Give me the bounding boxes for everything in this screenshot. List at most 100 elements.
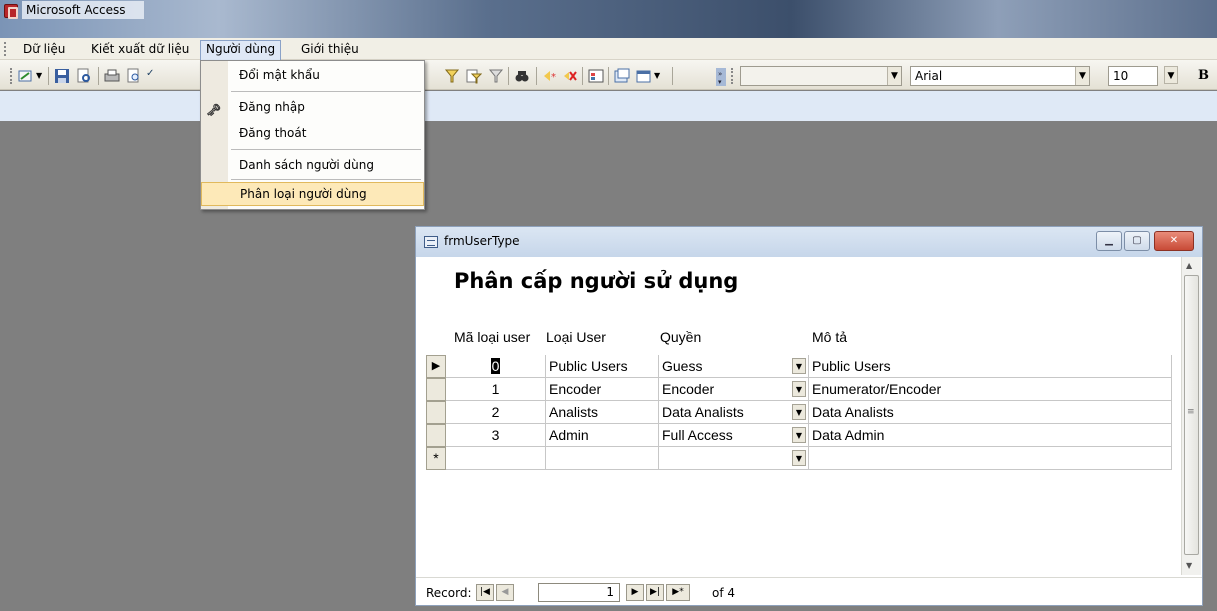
minimize-button[interactable]: ▁ [1096,231,1122,251]
permission-dropdown-icon[interactable]: ▼ [792,358,806,374]
object-combo[interactable]: ▼ [740,66,902,86]
apply-filter-icon[interactable] [488,68,504,84]
record-selector[interactable] [426,424,446,447]
maximize-button[interactable]: ▢ [1124,231,1150,251]
form-title-bar [416,227,1202,257]
font-size-arrow[interactable]: ▼ [1160,66,1178,86]
menu-du-lieu[interactable]: Dữ liệu [18,41,70,58]
cell-id[interactable] [446,447,546,470]
form-icon [424,236,438,248]
spelling-icon[interactable]: ✓ [146,68,162,84]
print-icon[interactable] [104,68,120,84]
window-title: Microsoft Access [26,3,126,17]
font-size-arrow-icon[interactable]: ▼ [1164,66,1178,84]
menu-item-doi-mat-khau[interactable]: Đổi mật khẩu [201,63,424,87]
cell-type[interactable]: Encoder [546,378,659,401]
access-app-icon [4,4,18,19]
cell-id[interactable]: 2 [446,401,546,424]
toolbar-grip[interactable] [10,68,13,84]
cell-id[interactable]: 0 [446,355,546,378]
menubar-grip[interactable] [4,42,7,56]
current-record-input[interactable]: 1 [538,583,620,602]
menu-gioi-thieu[interactable]: Giới thiệu [296,41,364,58]
toolbar-grip-2[interactable] [731,68,734,84]
cell-description[interactable]: Data Admin [809,424,1172,447]
new-record-icon[interactable]: * [542,68,558,84]
font-size-combo[interactable]: 10 [1108,66,1158,86]
cell-permission[interactable]: Guess [659,355,809,378]
toolbar-options-icon[interactable]: » ▾ [716,68,726,86]
permission-dropdown-icon[interactable]: ▼ [792,381,806,397]
svg-text:»: » [718,70,722,78]
print-preview-icon[interactable] [126,68,142,84]
cell-type[interactable]: Analists [546,401,659,424]
file-search-icon[interactable] [76,68,92,84]
cell-description[interactable] [809,447,1172,470]
menu-item-dang-thoat[interactable]: Đăng thoát [201,121,424,145]
save-icon[interactable] [54,68,70,84]
delete-record-icon[interactable] [562,68,578,84]
scroll-grip-icon: ≡ [1187,407,1195,417]
svg-text:▾: ▾ [718,78,722,86]
font-name-arrow-icon[interactable]: ▼ [1075,67,1089,85]
first-record-icon[interactable]: |◀ [476,584,494,601]
font-name-value: Arial [915,69,943,83]
font-size-value: 10 [1113,69,1129,83]
cell-type[interactable]: Public Users [546,355,659,378]
properties-icon[interactable] [588,68,604,84]
filter-by-selection-icon[interactable] [444,68,460,84]
menu-kiet-xuat-du-lieu[interactable]: Kiết xuất dữ liệu [86,41,194,58]
next-record-icon[interactable]: ▶ [626,584,644,601]
object-combo-arrow-icon[interactable]: ▼ [887,67,901,85]
scroll-down-icon[interactable]: ▼ [1186,561,1192,570]
find-icon[interactable] [514,68,530,84]
cell-id[interactable]: 3 [446,424,546,447]
permission-dropdown-icon[interactable]: ▼ [792,450,806,466]
form-heading: Phân cấp người sử dụng [454,269,739,293]
menu-item-dang-nhap[interactable]: Đăng nhập [201,95,424,119]
cell-id[interactable]: 1 [446,378,546,401]
record-selector[interactable]: ▶ [426,355,446,378]
toolbar-separator [672,67,673,85]
new-object-icon[interactable] [636,68,652,84]
design-view-icon[interactable] [18,68,34,84]
new-object-dropdown-icon[interactable]: ▼ [654,68,662,84]
new-record-nav-icon[interactable]: ▶* [666,584,690,601]
vertical-scrollbar[interactable]: ▲ ≡ ▼ [1181,257,1201,575]
column-header-mo-ta: Mô tả [812,329,848,345]
svg-text:*: * [551,72,556,83]
cell-type[interactable]: Admin [546,424,659,447]
menu-item-phan-loai-nguoi-dung[interactable]: Phân loại người dùng [201,182,424,206]
permission-dropdown-icon[interactable]: ▼ [792,427,806,443]
scroll-up-icon[interactable]: ▲ [1186,261,1192,270]
close-button[interactable]: ✕ [1154,231,1194,251]
cell-permission[interactable]: Full Access [659,424,809,447]
cell-permission[interactable] [659,447,809,470]
bold-button[interactable]: B [1198,68,1214,84]
menu-separator [231,179,421,180]
view-dropdown-icon[interactable]: ▼ [36,68,44,84]
cell-type[interactable] [546,447,659,470]
title-bar: Microsoft Access [0,0,1217,38]
menu-item-danh-sach-nguoi-dung[interactable]: Danh sách người dùng [201,153,424,177]
record-navigation-bar: Record: |◀ ◀ 1 ▶ ▶| ▶* of 4 [416,577,1202,605]
cell-permission[interactable]: Encoder [659,378,809,401]
previous-record-icon[interactable]: ◀ [496,584,514,601]
cell-description[interactable]: Public Users [809,355,1172,378]
cell-description[interactable]: Data Analists [809,401,1172,424]
font-name-combo[interactable]: Arial ▼ [910,66,1090,86]
last-record-icon[interactable]: ▶| [646,584,664,601]
cell-description[interactable]: Enumerator/Encoder [809,378,1172,401]
form-window: frmUserType ▁ ▢ ✕ Phân cấp người sử dụng… [415,226,1203,606]
menu-nguoi-dung[interactable]: Người dùng [200,40,282,60]
cell-permission[interactable]: Data Analists [659,401,809,424]
record-selector[interactable] [426,378,446,401]
column-header-quyen: Quyền [660,329,702,345]
record-count: of 4 [712,586,736,600]
filter-by-form-icon[interactable] [466,68,483,84]
database-window-icon[interactable] [614,68,630,84]
new-record-selector[interactable]: * [426,447,446,470]
permission-dropdown-icon[interactable]: ▼ [792,404,806,420]
record-selector[interactable] [426,401,446,424]
column-header-ma-loai-user: Mã loại user [454,329,531,345]
